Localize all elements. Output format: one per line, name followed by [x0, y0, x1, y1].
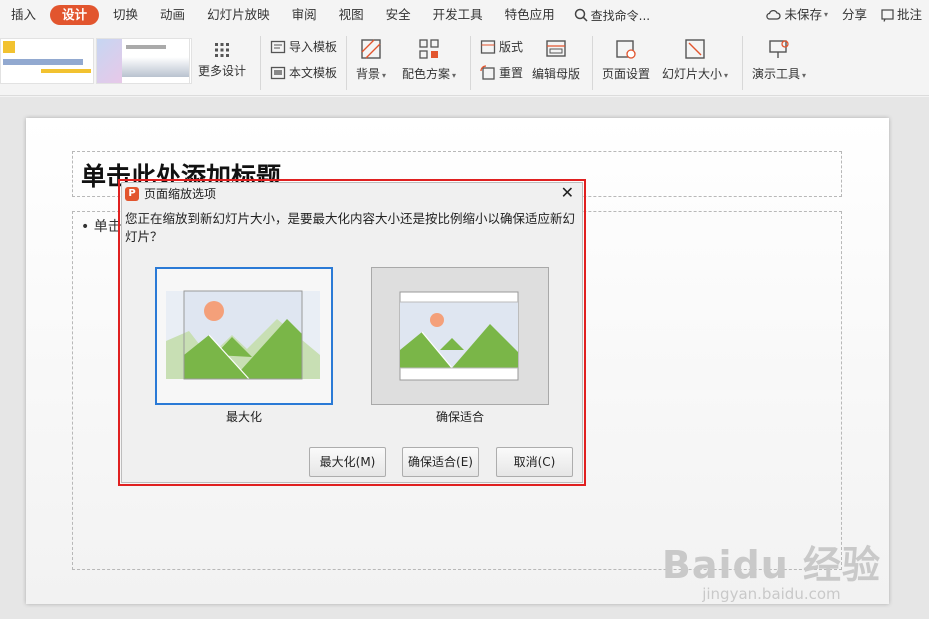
design-thumbnail-3[interactable] [122, 38, 190, 84]
menu-features[interactable]: 特色应用 [494, 5, 566, 25]
wps-logo-icon: P [125, 186, 139, 201]
option-maximize-label: 最大化 [225, 410, 262, 424]
layout-icon [480, 39, 496, 54]
background-label-wrap: 背景 ▾ [356, 67, 387, 81]
edit-master-button[interactable]: 编辑母版 [532, 38, 580, 82]
unsaved-label: 未保存 [784, 7, 822, 22]
color-scheme-button[interactable]: 配色方案 ▾ [402, 38, 456, 82]
ribbon-divider [346, 36, 347, 90]
page-setup-icon [616, 40, 636, 59]
menu-review[interactable]: 审阅 [281, 5, 328, 25]
menu-design[interactable]: 设计 [50, 5, 100, 25]
reset-icon [480, 64, 495, 80]
menu-animation[interactable]: 动画 [149, 5, 196, 25]
template-icon [270, 66, 286, 79]
thumbnail-art [3, 59, 83, 65]
master-icon [546, 40, 566, 57]
dialog-titlebar[interactable]: P 页面缩放选项 ✕ [122, 183, 582, 204]
share-button[interactable]: 分享 [835, 5, 874, 25]
baidu-watermark: Baidu 经验 jingyan.baidu.com [662, 534, 881, 603]
menu-view[interactable]: 视图 [328, 5, 375, 25]
search-label: 查找命令... [590, 8, 651, 23]
fit-preview-icon [399, 291, 519, 381]
text-template-label: 本文模板 [289, 66, 338, 80]
dialog-message: 您正在缩放到新幻灯片大小，是要最大化内容大小还是按比例缩小以确保适应新幻灯片？ [125, 211, 576, 244]
background-label: 背景 [356, 67, 381, 81]
slide-size-label: 幻灯片大小 [662, 67, 723, 81]
menu-developer[interactable]: 开发工具 [422, 5, 494, 25]
presentation-tools-label-wrap: 演示工具 ▾ [752, 67, 807, 81]
ribbon-divider [470, 36, 471, 90]
close-icon[interactable]: ✕ [561, 183, 574, 203]
maximize-button[interactable]: 最大化(M) [309, 447, 386, 477]
color-scheme-icon [419, 39, 439, 59]
grid-icon [215, 43, 229, 57]
ribbon-divider [742, 36, 743, 90]
page-setup-button[interactable]: 页面设置 [602, 38, 650, 82]
search-command[interactable]: 查找命令... [574, 7, 650, 24]
design-thumbnail-1[interactable] [0, 38, 94, 84]
dialog-title: 页面缩放选项 [144, 187, 217, 201]
comment-icon [881, 8, 894, 22]
unsaved-status[interactable]: 未保存 ▾ [758, 5, 835, 25]
edit-master-label: 编辑母版 [532, 67, 581, 81]
comment-label: 批注 [896, 7, 922, 22]
option-maximize[interactable] [155, 267, 333, 405]
import-template-button[interactable]: 导入模板 [270, 38, 337, 55]
thumbnail-art [41, 69, 91, 73]
thumbnail-art [97, 39, 123, 83]
maximize-preview-icon [166, 290, 320, 380]
more-design-button[interactable]: 更多设计 [198, 42, 246, 79]
layout-label: 版式 [499, 40, 524, 54]
slide-size-icon [685, 39, 705, 59]
reset-label: 重置 [499, 66, 524, 80]
cloud-icon [766, 9, 782, 20]
tools-icon [769, 40, 789, 58]
import-icon [270, 40, 286, 53]
menu-transition[interactable]: 切换 [102, 5, 149, 25]
body-placeholder-text: • 单击 [81, 219, 122, 235]
layout-button[interactable]: 版式 [480, 38, 523, 55]
comment-button[interactable]: 批注 [874, 5, 929, 25]
presentation-tools-label: 演示工具 [752, 67, 801, 81]
import-template-label: 导入模板 [289, 40, 338, 54]
menu-right: 未保存 ▾ 分享 批注 [758, 0, 929, 30]
watermark-main: Baidu 经验 [661, 543, 881, 587]
ribbon-divider [260, 36, 261, 90]
more-design-label: 更多设计 [198, 64, 247, 78]
reset-button[interactable]: 重置 [480, 64, 523, 81]
presentation-tools-button[interactable]: 演示工具 ▾ [752, 38, 806, 82]
color-scheme-label-wrap: 配色方案 ▾ [402, 67, 457, 81]
page-setup-label: 页面设置 [602, 67, 651, 81]
ribbon-divider [592, 36, 593, 90]
option-fit-label: 确保适合 [435, 410, 484, 424]
thumbnail-art [3, 41, 15, 53]
background-icon [361, 39, 381, 59]
text-template-button[interactable]: 本文模板 [270, 64, 337, 81]
ribbon-toolbar: 更多设计 导入模板 本文模板 背景 ▾ 配色方案 ▾ 版式 重置 编辑母版 页面设置… [0, 30, 929, 96]
page-scale-dialog: P 页面缩放选项 ✕ 您正在缩放到新幻灯片大小，是要最大化内容大小还是按比例缩小… [121, 182, 583, 483]
menu-security[interactable]: 安全 [375, 5, 422, 25]
color-scheme-label: 配色方案 [402, 67, 451, 81]
menu-insert[interactable]: 插入 [0, 5, 47, 25]
background-button[interactable]: 背景 ▾ [356, 38, 386, 82]
thumbnail-art [126, 45, 166, 49]
slide-size-label-wrap: 幻灯片大小 ▾ [662, 67, 729, 81]
option-fit[interactable] [371, 267, 549, 405]
menu-slideshow[interactable]: 幻灯片放映 [196, 5, 281, 25]
slide-size-button[interactable]: 幻灯片大小 ▾ [662, 38, 728, 82]
search-icon [574, 8, 588, 22]
menu-bar: 插入 设计 切换 动画 幻灯片放映 审阅 视图 安全 开发工具 特色应用 查找命… [0, 0, 929, 30]
fit-button[interactable]: 确保适合(E) [402, 447, 479, 477]
thumbnail-art [122, 57, 189, 77]
cancel-button[interactable]: 取消(C) [496, 447, 573, 477]
